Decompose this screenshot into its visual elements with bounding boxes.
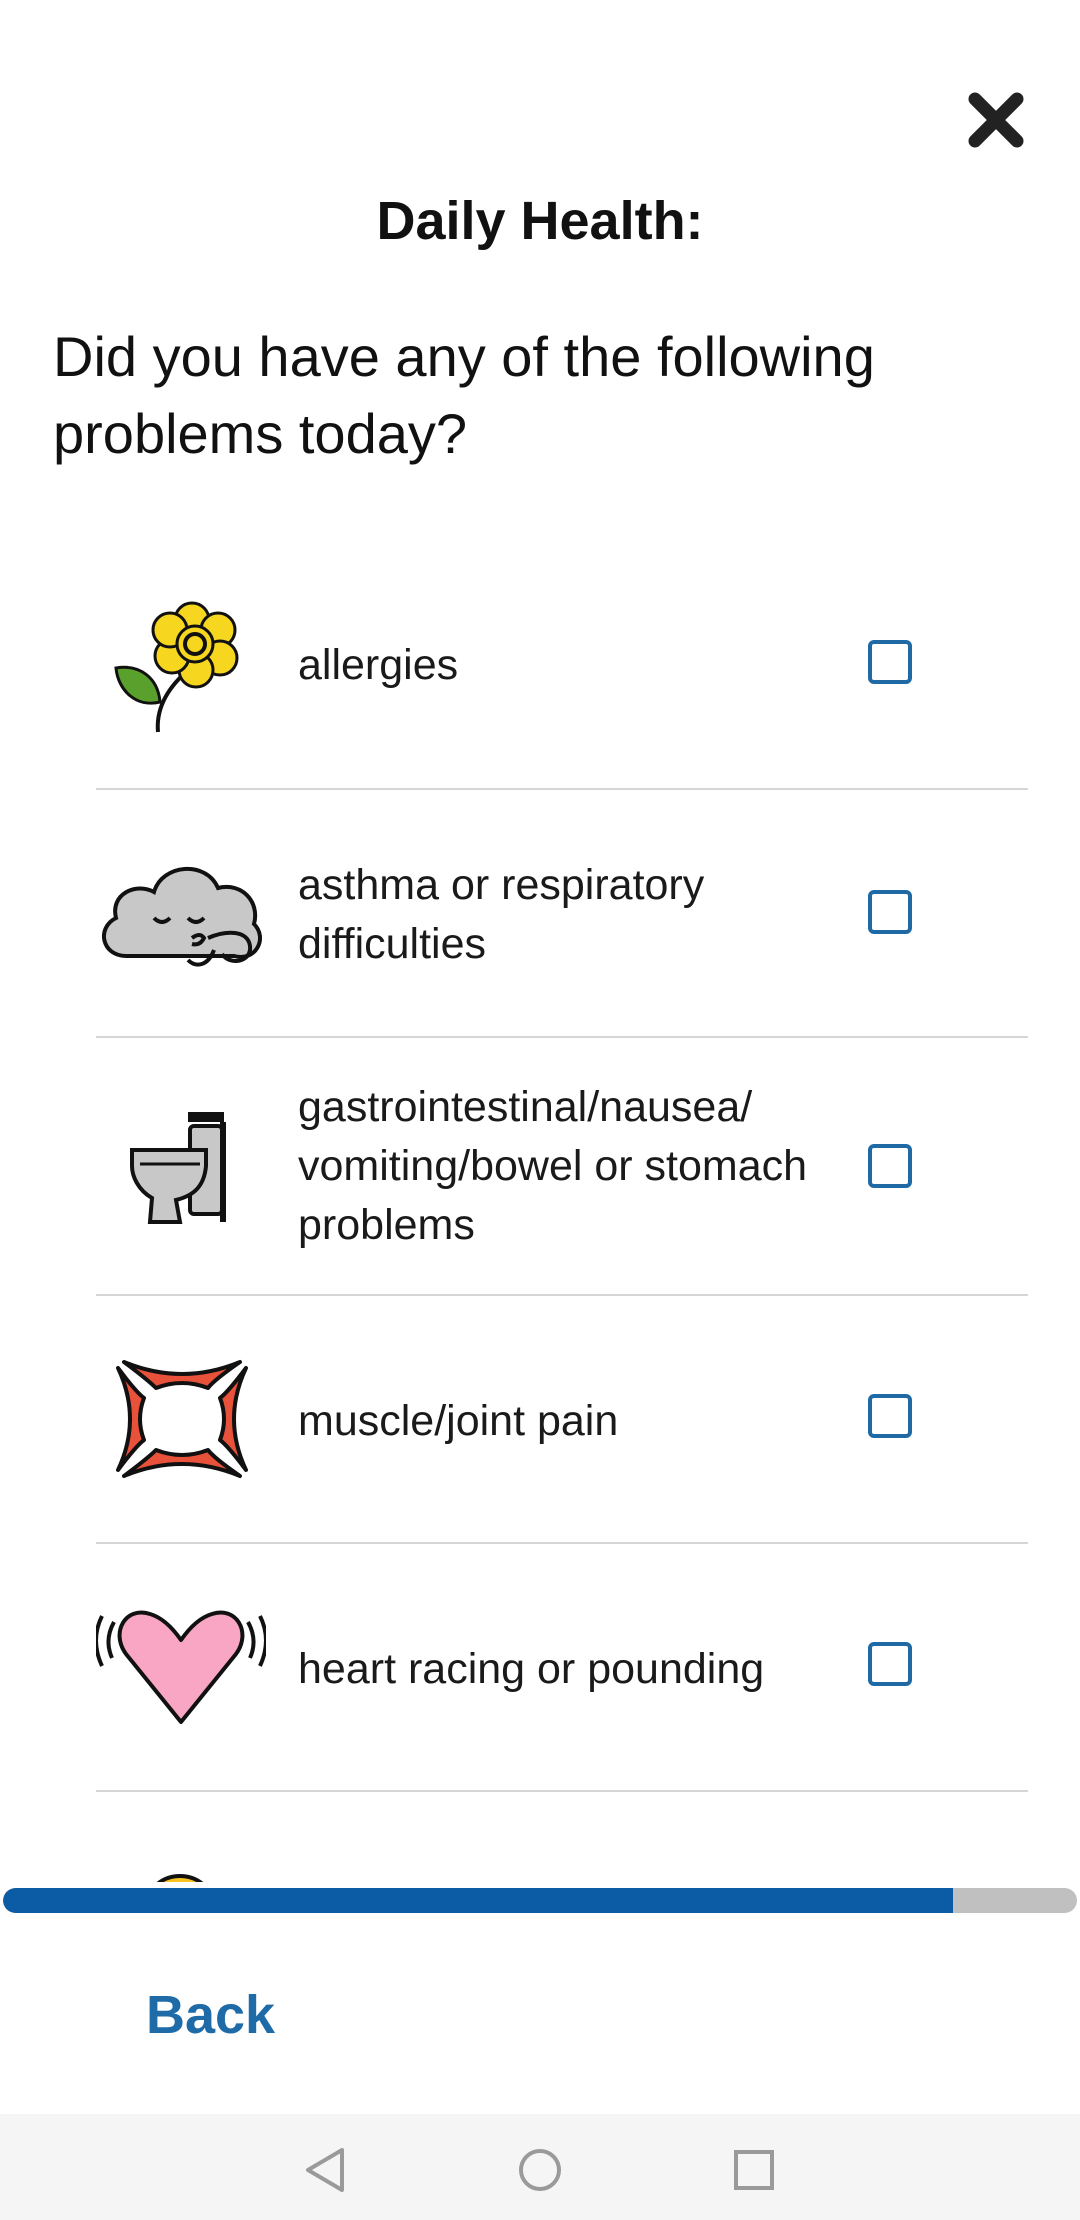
daily-health-screen: Daily Health: Did you have any of the fo… bbox=[0, 0, 1080, 2220]
symptom-checkbox[interactable] bbox=[868, 1144, 912, 1188]
symptom-label: gastrointestinal/nausea/ vomiting/bowel … bbox=[298, 1083, 808, 1249]
symptom-label: allergies bbox=[298, 641, 459, 689]
back-button[interactable]: Back bbox=[146, 1984, 275, 2046]
nav-back-button[interactable] bbox=[296, 2140, 356, 2200]
anger-symbol-icon bbox=[96, 1344, 266, 1494]
progress-bar bbox=[3, 1888, 1077, 1913]
symptom-checkbox[interactable] bbox=[868, 640, 912, 684]
back-triangle-icon bbox=[306, 2148, 344, 2192]
symptom-label: asthma or respiratory difficulties bbox=[298, 861, 705, 968]
home-circle-icon bbox=[519, 2149, 561, 2191]
symptom-row-partial[interactable] bbox=[96, 1792, 1028, 1882]
symptom-checkbox[interactable] bbox=[868, 1642, 912, 1686]
blowing-cloud-icon bbox=[96, 838, 266, 988]
close-button[interactable] bbox=[966, 90, 1026, 150]
flower-icon bbox=[96, 590, 266, 740]
toilet-icon bbox=[96, 1092, 266, 1242]
nav-recents-button[interactable] bbox=[724, 2140, 784, 2200]
beating-heart-icon bbox=[96, 1592, 266, 1742]
progress-fill bbox=[3, 1888, 954, 1913]
symptom-row-heart-racing[interactable]: heart racing or pounding bbox=[96, 1544, 1028, 1792]
symptom-row-asthma[interactable]: asthma or respiratory difficulties bbox=[96, 790, 1028, 1038]
symptom-row-muscle-joint-pain[interactable]: muscle/joint pain bbox=[96, 1296, 1028, 1544]
close-icon bbox=[968, 92, 1024, 148]
symptom-list: allergies asthma or respiratory difficul… bbox=[96, 540, 1028, 1882]
symptom-row-allergies[interactable]: allergies bbox=[96, 540, 1028, 790]
symptom-checkbox[interactable] bbox=[868, 1394, 912, 1438]
symptom-label: muscle/joint pain bbox=[298, 1397, 619, 1445]
symptom-checkbox[interactable] bbox=[868, 890, 912, 934]
partial-face-icon bbox=[96, 1842, 266, 1882]
symptom-row-gastrointestinal[interactable]: gastrointestinal/nausea/ vomiting/bowel … bbox=[96, 1038, 1028, 1296]
question-text: Did you have any of the following proble… bbox=[53, 325, 875, 465]
page-title: Daily Health: bbox=[376, 191, 704, 251]
symptom-label: heart racing or pounding bbox=[298, 1645, 765, 1693]
system-navigation-bar bbox=[0, 2114, 1080, 2220]
recents-square-icon bbox=[734, 2150, 774, 2190]
nav-home-button[interactable] bbox=[510, 2140, 570, 2200]
